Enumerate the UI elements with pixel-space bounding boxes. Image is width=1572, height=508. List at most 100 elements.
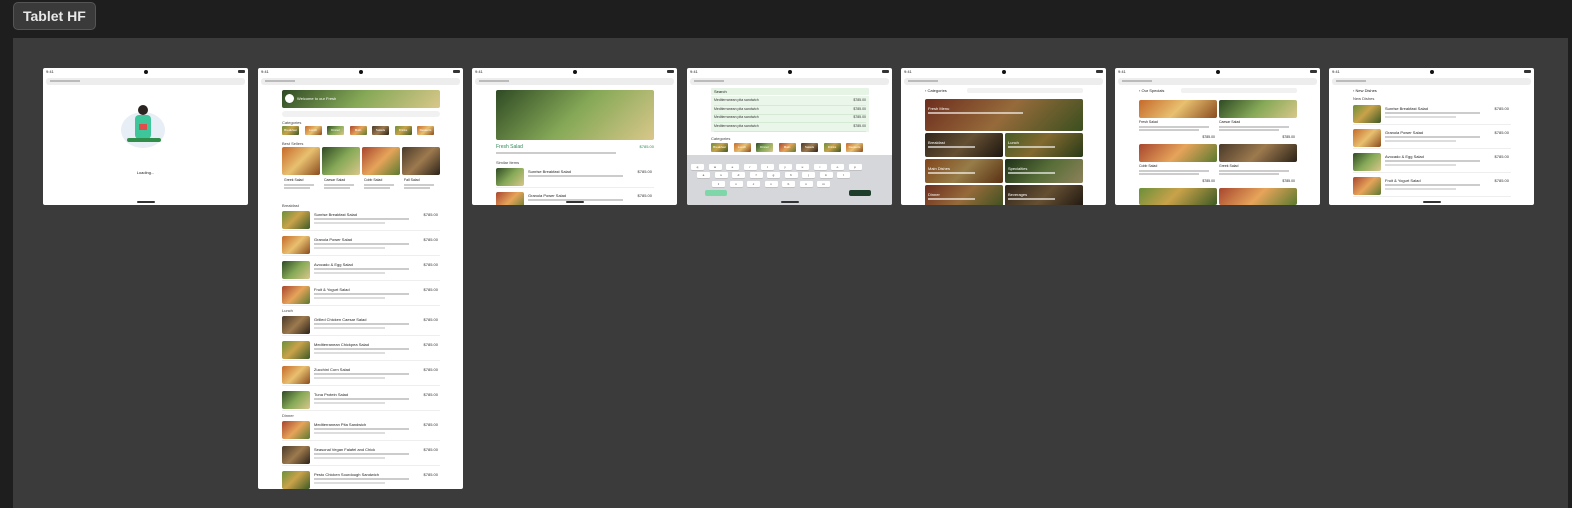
screen-search[interactable]: 9:41 Search Mediterranean pita sandwich … [687,68,892,205]
category-chip[interactable]: Dinner [756,143,773,152]
key[interactable]: d [732,172,745,178]
search-result[interactable]: Mediterranean pita sandwich $785.00 [714,98,866,106]
key[interactable]: r [743,164,757,170]
category-chip[interactable]: Lunch [304,126,322,135]
search-result[interactable]: Mediterranean pita sandwich $785.00 [714,107,866,115]
category-chip[interactable]: Drinks [394,126,412,135]
key[interactable]: i [813,164,827,170]
category-tile[interactable]: Main Dishes [925,159,1003,183]
back-button[interactable]: ‹ Our Specials [1139,88,1164,93]
list-item[interactable]: Granola Power Salad $785.00 [1353,127,1511,149]
search-result[interactable]: Mediterranean pita sandwich $785.00 [714,124,866,132]
list-item[interactable]: Pesto Chicken Sourdough Sandwich $785.00 [282,469,440,489]
search-field[interactable]: Search [711,88,869,95]
key[interactable]: z [712,181,725,187]
address-bar[interactable] [1332,78,1531,85]
category-chip[interactable]: Breakfast [711,143,728,152]
key[interactable]: t [761,164,774,170]
key[interactable]: e [726,164,739,170]
category-tile[interactable]: Fresh Menu [925,99,1083,131]
address-bar[interactable] [690,78,889,85]
screen-categories[interactable]: 9:41 ‹ Categories Fresh Menu Breakfast L… [901,68,1106,205]
address-bar[interactable] [46,78,245,85]
special-card[interactable]: Fresh Salad $785.00 [1139,100,1217,142]
screen-loading[interactable]: 9:41 Loading... [43,68,248,205]
address-bar[interactable] [904,78,1103,85]
category-chip[interactable]: Dinner [327,126,344,135]
special-card[interactable]: Cobb Salad $785.00 [1139,144,1217,186]
list-item[interactable]: Avocado & Egg Salad $785.00 [1353,151,1511,173]
key[interactable]: j [802,172,815,178]
category-search-input[interactable] [967,88,1083,93]
key[interactable]: l [837,172,850,178]
bestseller-card[interactable]: Caesar Salad [322,147,360,199]
list-item[interactable]: Seasonal Vegan Falafel and Chick $785.00 [282,444,440,466]
key[interactable]: u [796,164,809,170]
category-chip[interactable]: Desserts [846,143,863,152]
items-search-input[interactable] [1181,88,1297,93]
list-item[interactable]: Zucchini Corn Salad $785.00 [282,364,440,386]
category-chip[interactable]: Main [778,143,796,152]
screen-home[interactable]: 9:41 Welcome to our Fresh Categories Bre… [258,68,463,489]
bestseller-card[interactable]: Greek Salad [282,147,320,199]
screen-specials[interactable]: 9:41 ‹ Our Specials Fresh Salad $785.00 … [1115,68,1320,205]
key[interactable]: m [817,181,830,187]
key[interactable]: n [799,181,813,187]
special-card[interactable]: Greek Salad $785.00 [1219,144,1297,186]
category-chip[interactable]: Drinks [823,143,841,152]
back-button[interactable]: ‹ New Dishes [1353,88,1377,93]
key[interactable]: g [767,172,780,178]
list-item[interactable]: Tuna Protein Salad $785.00 [282,389,440,411]
key[interactable]: b [782,181,795,187]
key[interactable]: s [714,172,728,178]
search-result[interactable]: Mediterranean pita sandwich $785.00 [714,115,866,123]
key[interactable]: k [819,172,833,178]
list-item[interactable]: Mediterranean Chickpea Salad $785.00 [282,339,440,361]
category-chip[interactable]: Salads [372,126,389,135]
bestseller-card[interactable]: Fall Salad [402,147,440,199]
list-item[interactable]: Grilled Chicken Caesar Salad $785.00 [282,314,440,336]
key[interactable]: c [747,181,760,187]
category-chip[interactable]: Breakfast [282,126,299,135]
list-item[interactable]: Sunrise Breakfast Salad $785.00 [1353,103,1511,125]
list-item[interactable]: Granola Power Salad $785.00 [282,234,440,256]
keyboard[interactable] [687,155,892,205]
key[interactable]: h [784,172,798,178]
frame-label[interactable]: Tablet HF [13,2,96,30]
screen-product-detail[interactable]: 9:41 Fresh Salad $785.00 Similar Items S… [472,68,677,205]
category-tile[interactable]: Specialties [1005,159,1083,183]
list-item[interactable]: Mediterranean Pita Sandwich $785.00 [282,419,440,441]
list-item[interactable]: Sunrise Breakfast Salad $785.00 [282,209,440,231]
address-bar[interactable] [475,78,674,85]
key[interactable]: w [708,164,722,170]
key[interactable]: p [848,164,862,170]
address-bar[interactable] [261,78,460,85]
category-tile[interactable]: Dinner [925,185,1003,205]
category-tile[interactable]: Beverages [1005,185,1083,205]
address-bar[interactable] [1118,78,1317,85]
key[interactable]: q [691,164,704,170]
category-chip[interactable]: Main [349,126,367,135]
list-item[interactable]: Fruit & Yogurt Salad $785.00 [282,284,440,306]
key[interactable]: v [764,181,778,187]
screen-new-dishes[interactable]: 9:41 ‹ New Dishes New Dishes Sunrise Bre… [1329,68,1534,205]
category-chip[interactable]: Lunch [733,143,751,152]
category-tile[interactable]: Lunch [1005,133,1083,157]
key[interactable]: y [778,164,792,170]
category-chip[interactable]: Salads [801,143,818,152]
list-item[interactable]: Avocado & Egg Salad $785.00 [282,259,440,281]
bestseller-card[interactable]: Cobb Salad [362,147,400,199]
key-action-right[interactable] [849,190,871,196]
key[interactable]: x [729,181,743,187]
search-input[interactable] [282,111,440,117]
category-chip[interactable]: Desserts [417,126,434,135]
category-tile[interactable]: Breakfast [925,133,1003,157]
key-action-left[interactable] [705,190,727,196]
key[interactable]: o [831,164,844,170]
special-card[interactable]: Caesar Salad $785.00 [1219,100,1297,142]
key[interactable]: f [749,172,763,178]
list-item[interactable]: Fruit & Yogurt Salad $785.00 [1353,175,1511,197]
back-button[interactable]: ‹ Categories [925,88,947,93]
key[interactable]: a [697,172,710,178]
list-item[interactable]: Sunrise Breakfast Salad $785.00 [496,166,654,188]
